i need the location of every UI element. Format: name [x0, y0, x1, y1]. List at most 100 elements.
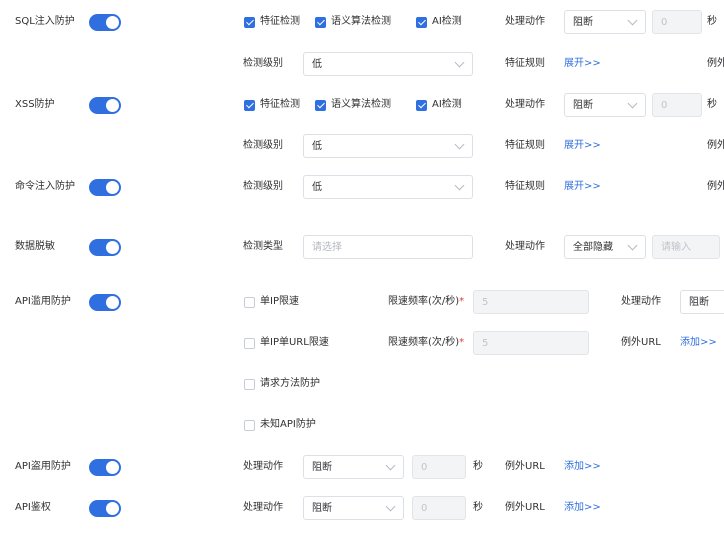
xss-toggle[interactable]	[89, 97, 121, 114]
xss-exclude-label: 例外	[707, 140, 724, 151]
select-value: 阻断	[689, 297, 709, 308]
required-star: *	[459, 337, 465, 348]
sqli-seconds-input[interactable]: 0	[652, 10, 702, 34]
sqli-ai-label: AI检测	[432, 16, 462, 27]
mask-type-select[interactable]: 请选择	[303, 235, 473, 259]
theft-add-link[interactable]: 添加>>	[564, 460, 601, 474]
abuse-single-ip-label: 单IP限速	[260, 296, 299, 307]
mask-value-input[interactable]: 请输入	[652, 235, 720, 259]
auth-add-link[interactable]: 添加>>	[564, 501, 601, 515]
xss-seconds-unit: 秒	[707, 99, 717, 110]
cmd-toggle[interactable]	[89, 179, 121, 196]
chevron-down-icon	[385, 501, 396, 512]
sqli-rule-label: 特征规则	[505, 58, 545, 69]
auth-seconds-unit: 秒	[473, 502, 483, 513]
rate-label-text: 限速频率(次/秒)	[388, 296, 460, 307]
sqli-level-label: 检测级别	[243, 58, 283, 69]
select-value: 低	[312, 141, 322, 152]
sqli-level-select[interactable]: 低	[303, 52, 473, 76]
input-placeholder: 0	[421, 503, 428, 514]
select-value: 阻断	[573, 100, 593, 111]
abuse-rate-label-2: 限速频率(次/秒)*	[388, 336, 464, 350]
input-value: 5	[482, 297, 489, 308]
abuse-exclude-label: 例外URL	[621, 337, 661, 348]
abuse-method-checkbox[interactable]	[244, 379, 255, 390]
cmd-level-select[interactable]: 低	[303, 175, 473, 199]
sqli-expand-link[interactable]: 展开>>	[564, 57, 601, 71]
select-value: 阻断	[573, 17, 593, 28]
xss-action-select[interactable]: 阻断	[564, 93, 646, 117]
abuse-single-ip-url-checkbox[interactable]	[244, 338, 255, 349]
toggle-knob	[106, 16, 119, 29]
auth-action-select[interactable]: 阻断	[303, 496, 404, 520]
xss-expand-link[interactable]: 展开>>	[564, 139, 601, 153]
chevron-down-icon	[627, 240, 638, 251]
sqli-action-label: 处理动作	[505, 16, 545, 27]
auth-exclude-label: 例外URL	[505, 502, 545, 513]
toggle-knob	[106, 99, 119, 112]
xss-semantic-checkbox[interactable]	[315, 100, 326, 111]
abuse-action-label: 处理动作	[621, 296, 661, 307]
xss-feature-checkbox[interactable]	[244, 100, 255, 111]
input-placeholder: 0	[661, 100, 668, 111]
input-value: 5	[482, 338, 489, 349]
mask-action-label: 处理动作	[505, 241, 545, 252]
select-value: 阻断	[312, 462, 332, 473]
abuse-unknown-api-checkbox[interactable]	[244, 420, 255, 431]
abuse-unknown-api-label: 未知API防护	[260, 419, 316, 430]
abuse-toggle[interactable]	[89, 294, 121, 311]
toggle-knob	[106, 296, 119, 309]
toggle-knob	[106, 502, 119, 515]
abuse-method-label: 请求方法防护	[260, 378, 320, 389]
sqli-action-select[interactable]: 阻断	[564, 10, 646, 34]
xss-semantic-label: 语义算法检测	[331, 99, 391, 110]
cmd-level-label: 检测级别	[243, 181, 283, 192]
abuse-rate-input-2[interactable]: 5	[473, 331, 589, 355]
sqli-exclude-label: 例外	[707, 58, 724, 69]
sqli-semantic-label: 语义算法检测	[331, 16, 391, 27]
sqli-feature-checkbox[interactable]	[244, 17, 255, 28]
input-placeholder: 0	[421, 462, 428, 473]
abuse-single-ip-checkbox[interactable]	[244, 297, 255, 308]
xss-action-label: 处理动作	[505, 99, 545, 110]
sqli-semantic-checkbox[interactable]	[315, 17, 326, 28]
chevron-down-icon	[627, 15, 638, 26]
xss-level-label: 检测级别	[243, 140, 283, 151]
mask-type-label: 检测类型	[243, 241, 283, 252]
cmd-rule-label: 特征规则	[505, 181, 545, 192]
theft-seconds-input[interactable]: 0	[412, 455, 466, 479]
sqli-seconds-unit: 秒	[707, 16, 717, 27]
abuse-rate-input-1[interactable]: 5	[473, 290, 589, 314]
mask-action-select[interactable]: 全部隐藏	[564, 235, 646, 259]
toggle-knob	[106, 181, 119, 194]
auth-seconds-input[interactable]: 0	[412, 496, 466, 520]
cmd-exclude-label: 例外	[707, 181, 724, 192]
auth-title: API鉴权	[15, 502, 51, 513]
cmd-expand-link[interactable]: 展开>>	[564, 180, 601, 194]
theft-title: API盗用防护	[15, 461, 71, 472]
auth-toggle[interactable]	[89, 500, 121, 517]
rate-label-text: 限速频率(次/秒)	[388, 337, 460, 348]
sqli-toggle[interactable]	[89, 14, 121, 31]
select-placeholder: 请选择	[312, 242, 342, 253]
sqli-ai-checkbox[interactable]	[416, 17, 427, 28]
input-placeholder: 请输入	[661, 242, 691, 253]
abuse-rate-label-1: 限速频率(次/秒)*	[388, 295, 464, 309]
xss-feature-label: 特征检测	[260, 99, 300, 110]
chevron-down-icon	[454, 139, 465, 150]
abuse-single-ip-url-label: 单IP单URL限速	[260, 337, 329, 348]
mask-title: 数据脱敏	[15, 241, 55, 252]
auth-action-label: 处理动作	[243, 502, 283, 513]
theft-exclude-label: 例外URL	[505, 461, 545, 472]
abuse-add-link[interactable]: 添加>>	[680, 336, 717, 350]
theft-action-select[interactable]: 阻断	[303, 455, 404, 479]
abuse-action-select[interactable]: 阻断	[680, 290, 724, 314]
xss-level-select[interactable]: 低	[303, 134, 473, 158]
mask-toggle[interactable]	[89, 239, 121, 256]
cmd-title: 命令注入防护	[15, 181, 75, 192]
toggle-knob	[106, 461, 119, 474]
theft-toggle[interactable]	[89, 459, 121, 476]
xss-ai-checkbox[interactable]	[416, 100, 427, 111]
xss-seconds-input[interactable]: 0	[652, 93, 702, 117]
chevron-down-icon	[385, 460, 396, 471]
